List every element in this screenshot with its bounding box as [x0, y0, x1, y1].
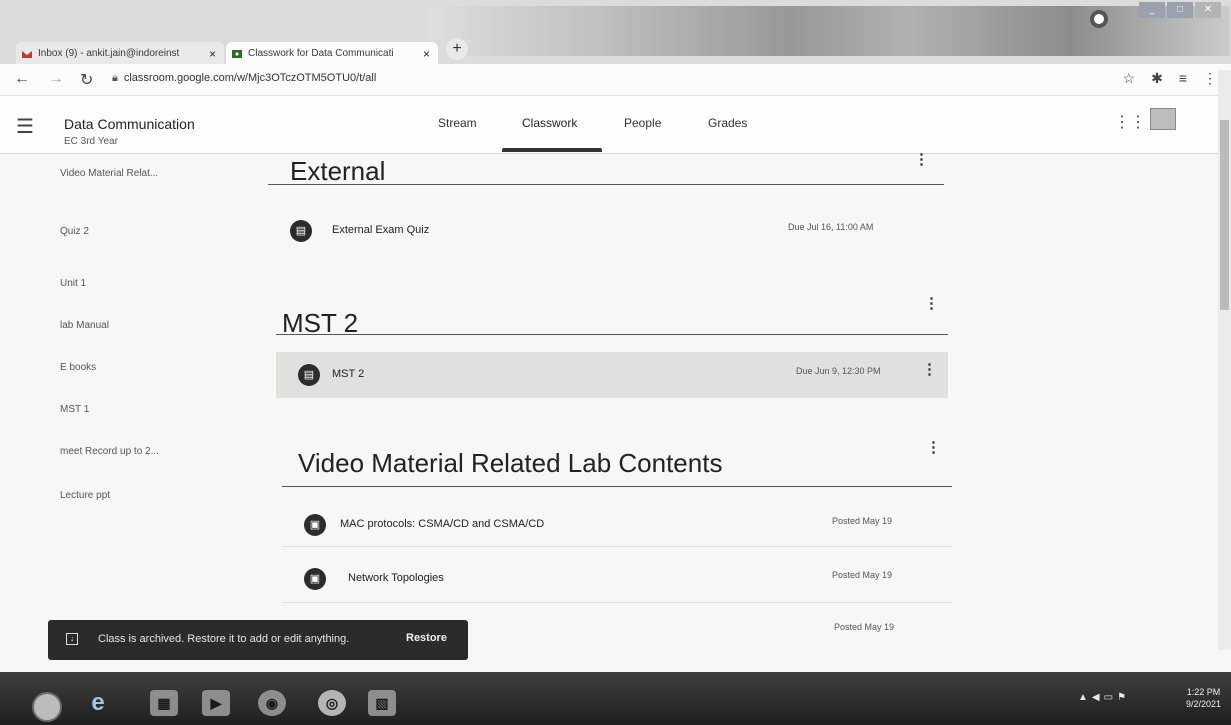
- tab-grades[interactable]: Grades: [708, 116, 747, 130]
- classroom-header: ☰ Data Communication EC 3rd Year Stream …: [0, 96, 1231, 154]
- active-tab-indicator: [502, 148, 602, 152]
- tab-classwork[interactable]: Classwork: [522, 116, 577, 130]
- lock-icon: 🔒︎: [112, 72, 118, 84]
- clock-date: 9/2/2021: [1186, 699, 1222, 709]
- browser-tab-label: Classwork for Data Communicati: [248, 48, 394, 59]
- item-posted-date: Posted May 19: [832, 516, 893, 526]
- classwork-content: Video Material Relat... Quiz 2 Unit 1 la…: [0, 151, 1231, 675]
- class-name[interactable]: Data Communication: [64, 116, 195, 132]
- browser-menu-icon[interactable]: ⋮: [1203, 70, 1217, 87]
- topic-item[interactable]: Quiz 2: [60, 226, 89, 237]
- class-section: EC 3rd Year: [64, 136, 118, 147]
- classwork-item[interactable]: ▣ Network Topologies Posted May 19: [282, 558, 952, 600]
- extensions-puzzle-icon[interactable]: ✱: [1151, 70, 1163, 87]
- browser-tabstrip: _ □ ✕ Inbox (9) - ankit.jain@indoreinst …: [0, 0, 1231, 66]
- system-tray: ▲◀▭⚑: [1078, 692, 1130, 703]
- section-divider: [282, 486, 952, 487]
- page-scrollbar[interactable]: [1218, 70, 1231, 650]
- browser-tab-label: Inbox (9) - ankit.jain@indoreinst: [38, 48, 180, 59]
- close-tab-icon[interactable]: ×: [209, 42, 216, 66]
- restore-button[interactable]: Restore: [406, 632, 447, 644]
- forward-arrow-icon[interactable]: →: [48, 70, 64, 88]
- network-icon[interactable]: ▭: [1104, 692, 1117, 703]
- maximize-icon[interactable]: □: [1167, 2, 1193, 18]
- bookmark-star-icon[interactable]: ☆: [1123, 70, 1136, 87]
- item-title: MAC protocols: CSMA/CD and CSMA/CD: [340, 518, 545, 530]
- clock-time: 1:22 PM: [1186, 687, 1221, 697]
- file-explorer-icon[interactable]: ▦: [150, 690, 178, 716]
- firefox-icon[interactable]: ◉: [258, 690, 286, 716]
- archived-snackbar: ↓ Class is archived. Restore it to add o…: [48, 620, 468, 660]
- close-window-icon[interactable]: ✕: [1195, 2, 1221, 18]
- new-tab-button[interactable]: +: [446, 38, 468, 60]
- url-field[interactable]: 🔒︎ classroom.google.com/w/Mjc3OTczOTM5OTU…: [112, 72, 376, 85]
- minimize-icon[interactable]: _: [1139, 2, 1165, 18]
- tab-stream[interactable]: Stream: [438, 116, 477, 130]
- media-player-icon[interactable]: ▶: [202, 690, 230, 716]
- volume-icon[interactable]: ◀: [1092, 692, 1104, 703]
- back-arrow-icon[interactable]: ←: [14, 70, 30, 88]
- toolbar-icons: ☆ ✱ ≡ ⋮: [1123, 70, 1217, 87]
- tab-people[interactable]: People: [624, 116, 661, 130]
- item-posted-date: Posted May 19: [834, 622, 895, 632]
- item-title: External Exam Quiz: [332, 224, 430, 236]
- tray-expand-icon[interactable]: ▲: [1078, 692, 1092, 703]
- section-more-icon[interactable]: ⋮: [926, 438, 941, 456]
- assignment-icon: ▤: [290, 220, 312, 242]
- section-title: Video Material Related Lab Contents: [298, 448, 723, 478]
- topic-item[interactable]: MST 1: [60, 404, 89, 415]
- hamburger-menu-icon[interactable]: ☰: [16, 114, 34, 139]
- item-title: MST 2: [332, 368, 365, 380]
- browser-tab-inbox[interactable]: Inbox (9) - ankit.jain@indoreinst ×: [16, 42, 224, 66]
- item-posted-date: Posted May 19: [832, 570, 893, 580]
- topic-item[interactable]: lab Manual: [60, 320, 109, 331]
- topic-item[interactable]: meet Record up to 2...: [60, 446, 159, 457]
- topic-item[interactable]: Lecture ppt: [60, 490, 110, 501]
- section-title: External: [290, 156, 386, 186]
- material-icon: ▣: [304, 514, 326, 536]
- taskbar-clock[interactable]: 1:22 PM 9/2/2021: [1186, 686, 1221, 710]
- topic-item[interactable]: Video Material Relat...: [60, 168, 158, 179]
- account-avatar[interactable]: [1150, 108, 1176, 130]
- item-title: Network Topologies: [348, 572, 444, 584]
- scrollbar-thumb[interactable]: [1220, 120, 1229, 310]
- internet-explorer-icon[interactable]: e: [84, 690, 112, 716]
- windows-taskbar: e ▦ ▶ ◉ ◎ ▧ ▲◀▭⚑ 1:22 PM 9/2/2021: [0, 672, 1231, 725]
- close-tab-icon[interactable]: ×: [423, 42, 430, 66]
- classwork-item[interactable]: ▣ MAC protocols: CSMA/CD and CSMA/CD Pos…: [282, 504, 952, 546]
- start-button[interactable]: [32, 692, 62, 722]
- tabstrip-background: [430, 6, 1230, 56]
- chrome-icon[interactable]: ◎: [318, 690, 346, 716]
- window-controls: _ □ ✕: [1139, 2, 1221, 22]
- archive-icon: ↓: [66, 633, 78, 645]
- section-more-icon[interactable]: ⋮: [914, 150, 929, 168]
- item-more-icon[interactable]: ⋮: [922, 360, 937, 378]
- snackbar-message: Class is archived. Restore it to add or …: [98, 633, 350, 645]
- gmail-icon: [22, 51, 32, 58]
- section-more-icon[interactable]: ⋮: [924, 294, 939, 312]
- reload-icon[interactable]: ↻: [80, 70, 93, 90]
- row-divider: [282, 546, 952, 547]
- item-due-date: Due Jul 16, 11:00 AM: [788, 222, 874, 232]
- flag-icon[interactable]: ⚑: [1117, 692, 1130, 703]
- picture-viewer-icon[interactable]: ▧: [368, 690, 396, 716]
- classwork-item[interactable]: ▤ MST 2 Due Jun 9, 12:30 PM ⋮: [276, 352, 948, 398]
- item-due-date: Due Jun 9, 12:30 PM: [796, 366, 881, 376]
- assignment-icon: ▤: [298, 364, 320, 386]
- section-divider: [268, 184, 944, 185]
- address-bar: ← → ↻ 🔒︎ classroom.google.com/w/Mjc3OTczO…: [0, 64, 1231, 96]
- row-divider: [282, 602, 952, 603]
- classroom-icon: [232, 50, 242, 58]
- section-divider: [276, 334, 948, 335]
- browser-tab-classwork[interactable]: Classwork for Data Communicati ×: [226, 42, 438, 66]
- topic-item[interactable]: Unit 1: [60, 278, 86, 289]
- media-icon[interactable]: ≡: [1179, 70, 1187, 87]
- url-text: classroom.google.com/w/Mjc3OTczOTM5OTU0/…: [123, 72, 377, 84]
- classwork-item[interactable]: ▤ External Exam Quiz Due Jul 16, 11:00 A…: [268, 210, 944, 252]
- profile-icon[interactable]: [1090, 10, 1108, 28]
- topic-item[interactable]: E books: [60, 362, 96, 373]
- material-icon: ▣: [304, 568, 326, 590]
